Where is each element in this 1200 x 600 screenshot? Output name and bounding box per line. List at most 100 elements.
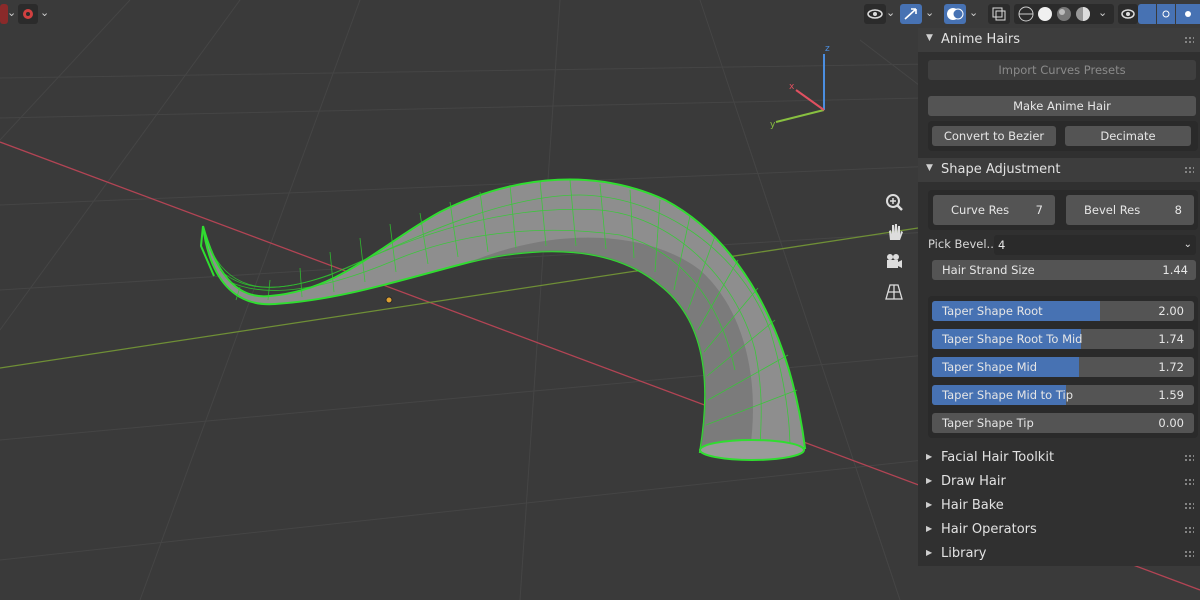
triangle-down-icon: ▼ bbox=[926, 163, 933, 173]
xray-icon bbox=[992, 7, 1006, 21]
draw-hair-header[interactable]: ▶ Draw Hair bbox=[918, 470, 1200, 494]
triangle-right-icon: ▶ bbox=[926, 548, 933, 557]
taper-shape-tip-slider[interactable]: Taper Shape Tip 0.00 bbox=[932, 413, 1194, 433]
triangle-right-icon: ▶ bbox=[926, 476, 933, 485]
bevel-res-field[interactable]: Bevel Res 8 bbox=[1066, 195, 1194, 225]
section-title: Hair Bake bbox=[941, 498, 1004, 513]
chevron-down-icon[interactable]: ⌄ bbox=[886, 6, 895, 19]
origin-point bbox=[385, 296, 393, 304]
section-title: Draw Hair bbox=[941, 474, 1006, 489]
chevron-down-icon: ⌄ bbox=[1183, 239, 1192, 250]
object-mode-icon bbox=[23, 9, 33, 19]
make-anime-hair-button[interactable]: Make Anime Hair bbox=[928, 96, 1196, 116]
gizmo-toggle-button[interactable] bbox=[900, 4, 922, 24]
strand-cap bbox=[699, 439, 805, 461]
select-icon bbox=[867, 9, 883, 19]
library-header[interactable]: ▶ Library bbox=[918, 542, 1200, 566]
taper-shape-mid-to-tip-slider[interactable]: Taper Shape Mid to Tip 1.59 bbox=[932, 385, 1194, 405]
sidebar-panel: ▼ Anime Hairs Import Curves Presets Make… bbox=[918, 28, 1200, 566]
mode-button[interactable] bbox=[18, 4, 38, 24]
shading-solid-button[interactable] bbox=[1138, 4, 1156, 24]
slider-label: Taper Shape Mid bbox=[942, 360, 1038, 374]
anime-hairs-header[interactable]: ▼ Anime Hairs bbox=[918, 28, 1200, 52]
chevron-down-icon[interactable]: ⌄ bbox=[7, 6, 16, 19]
hair-strand-mesh[interactable] bbox=[199, 178, 807, 461]
hair-operators-header[interactable]: ▶ Hair Operators bbox=[918, 518, 1200, 542]
camera-icon bbox=[887, 254, 902, 268]
curve-res-value: 7 bbox=[1035, 203, 1043, 217]
pan-hand-icon bbox=[889, 224, 903, 240]
import-curves-presets-button[interactable]: Import Curves Presets bbox=[928, 60, 1196, 80]
solid-shading-icon[interactable] bbox=[1038, 7, 1052, 21]
chevron-down-icon[interactable]: ⌄ bbox=[925, 6, 934, 19]
drag-grip-icon[interactable] bbox=[1184, 478, 1194, 486]
chevron-down-icon[interactable]: ⌄ bbox=[40, 6, 49, 19]
toggle-visibility-button[interactable] bbox=[1118, 4, 1138, 24]
pick-bevel-value: 4 bbox=[998, 238, 1006, 252]
grid-view-icon bbox=[885, 284, 903, 300]
taper-shape-root-to-mid-slider[interactable]: Taper Shape Root To Mid 1.74 bbox=[932, 329, 1194, 349]
bevel-res-value: 8 bbox=[1174, 203, 1182, 217]
gizmo-z-label: z bbox=[825, 44, 830, 54]
slider-value: 1.72 bbox=[1158, 360, 1184, 374]
hair-strand-size-field[interactable]: Hair Strand Size 1.44 bbox=[932, 260, 1196, 280]
pan-button[interactable] bbox=[884, 222, 910, 248]
pick-bevel-dropdown[interactable]: 4 ⌄ bbox=[994, 235, 1196, 255]
shading-wire-button[interactable] bbox=[1157, 4, 1175, 24]
gizmo-icon bbox=[904, 8, 917, 20]
drag-grip-icon[interactable] bbox=[1184, 166, 1194, 174]
shape-adjustment-title: Shape Adjustment bbox=[941, 162, 1061, 177]
section-title: Library bbox=[941, 546, 987, 561]
camera-view-button[interactable] bbox=[884, 252, 910, 278]
drag-grip-icon[interactable] bbox=[1184, 36, 1194, 44]
taper-shape-root-slider[interactable]: Taper Shape Root 2.00 bbox=[932, 301, 1194, 321]
overlay-eye-icon bbox=[947, 8, 964, 20]
drag-grip-icon[interactable] bbox=[1184, 550, 1194, 558]
overlay-eye-icon bbox=[1121, 9, 1135, 19]
section-title: Hair Operators bbox=[941, 522, 1037, 537]
triangle-right-icon: ▶ bbox=[926, 500, 933, 509]
drag-grip-icon[interactable] bbox=[1184, 526, 1194, 534]
slider-label: Taper Shape Mid to Tip bbox=[942, 388, 1074, 402]
slider-value: 1.74 bbox=[1158, 332, 1184, 346]
viewport-shading-icon[interactable] bbox=[1018, 6, 1034, 22]
bevel-res-label: Bevel Res bbox=[1084, 203, 1141, 217]
perspective-toggle-button[interactable] bbox=[884, 282, 910, 308]
overlay-toggle-button[interactable] bbox=[944, 4, 966, 24]
taper-shape-mid-slider[interactable]: Taper Shape Mid 1.72 bbox=[932, 357, 1194, 377]
hair-strand-size-value: 1.44 bbox=[1162, 263, 1188, 277]
material-preview-icon[interactable] bbox=[1057, 7, 1071, 21]
zoom-icon bbox=[886, 194, 903, 211]
chevron-down-icon[interactable]: ⌄ bbox=[1098, 6, 1107, 19]
convert-to-bezier-button[interactable]: Convert to Bezier bbox=[932, 126, 1056, 146]
slider-label: Taper Shape Root bbox=[942, 304, 1043, 318]
gizmo-y-label: y bbox=[770, 120, 776, 130]
slider-value: 1.59 bbox=[1158, 388, 1184, 402]
section-title: Facial Hair Toolkit bbox=[941, 450, 1055, 465]
triangle-down-icon: ▼ bbox=[926, 33, 933, 43]
triangle-right-icon: ▶ bbox=[926, 452, 933, 461]
curve-res-label: Curve Res bbox=[951, 203, 1010, 217]
anime-hairs-title: Anime Hairs bbox=[941, 32, 1021, 47]
decimate-button[interactable]: Decimate bbox=[1065, 126, 1191, 146]
rendered-icon[interactable] bbox=[1076, 7, 1090, 21]
gizmo-x-label: x bbox=[789, 82, 795, 92]
drag-grip-icon[interactable] bbox=[1184, 454, 1194, 462]
axis-gizmo[interactable]: z y x bbox=[770, 44, 830, 130]
zoom-button[interactable] bbox=[884, 192, 910, 218]
xray-button[interactable] bbox=[988, 4, 1010, 24]
facial-hair-toolkit-header[interactable]: ▶ Facial Hair Toolkit bbox=[918, 446, 1200, 470]
hair-strand-size-label: Hair Strand Size bbox=[942, 263, 1035, 277]
triangle-right-icon: ▶ bbox=[926, 524, 933, 533]
slider-value: 2.00 bbox=[1158, 304, 1184, 318]
hair-bake-header[interactable]: ▶ Hair Bake bbox=[918, 494, 1200, 518]
curve-res-field[interactable]: Curve Res 7 bbox=[933, 195, 1055, 225]
chevron-down-icon[interactable]: ⌄ bbox=[969, 6, 978, 19]
slider-label: Taper Shape Root To Mid bbox=[942, 332, 1083, 346]
shading-rendered-button[interactable] bbox=[1176, 4, 1200, 24]
slider-value: 0.00 bbox=[1158, 416, 1184, 430]
visibility-button[interactable] bbox=[864, 4, 886, 24]
drag-grip-icon[interactable] bbox=[1184, 502, 1194, 510]
slider-label: Taper Shape Tip bbox=[942, 416, 1034, 430]
shape-adjustment-header[interactable]: ▼ Shape Adjustment bbox=[918, 158, 1200, 182]
